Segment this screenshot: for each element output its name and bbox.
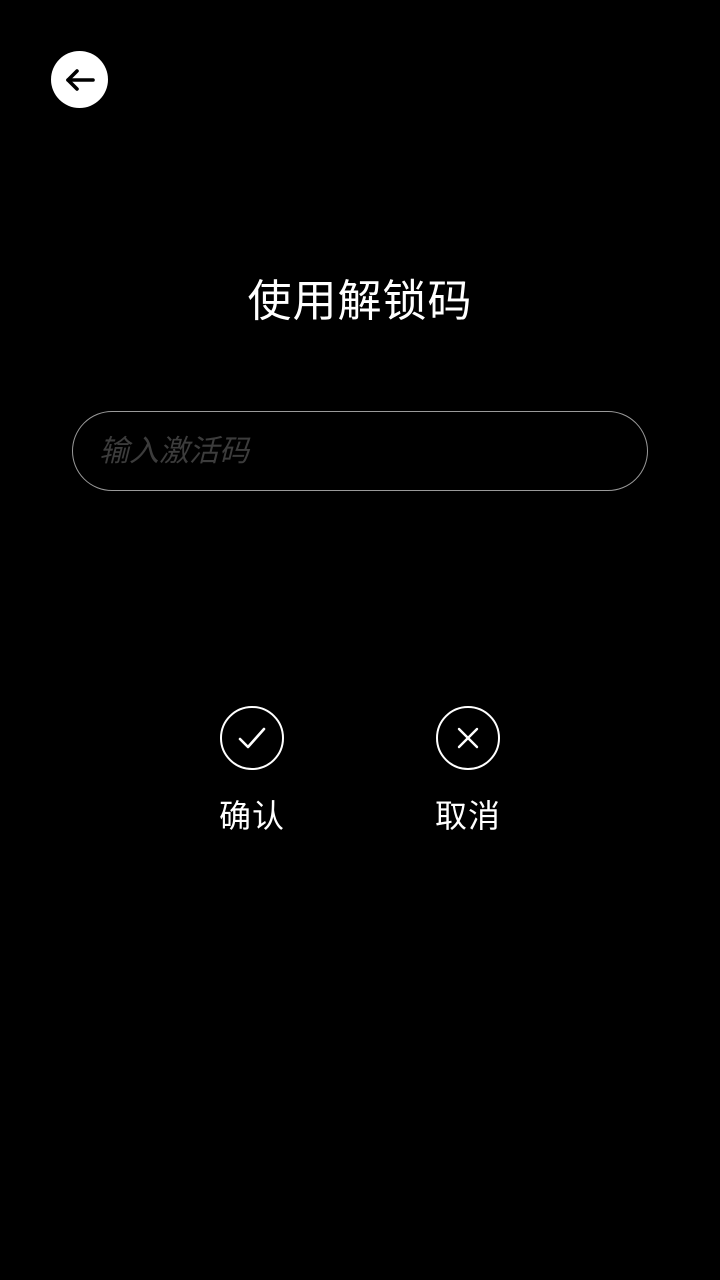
confirm-label: 确认 <box>218 797 285 835</box>
activation-code-input[interactable] <box>72 411 648 491</box>
check-icon <box>238 727 266 749</box>
cancel-button[interactable]: 取消 <box>398 706 538 836</box>
confirm-circle <box>220 706 284 770</box>
close-icon <box>457 727 479 749</box>
page-title: 使用解锁码 <box>247 276 473 327</box>
arrow-left-icon <box>65 68 95 91</box>
cancel-circle <box>436 706 500 770</box>
back-button[interactable] <box>51 51 108 108</box>
cancel-label: 取消 <box>434 797 501 835</box>
confirm-button[interactable]: 确认 <box>182 706 322 836</box>
